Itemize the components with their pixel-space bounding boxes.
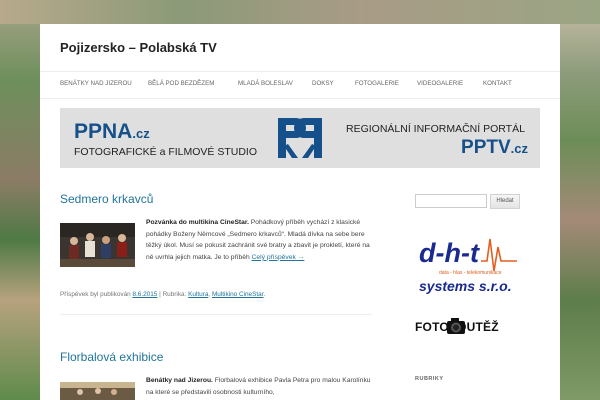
nav-item-bela[interactable]: BĚLÁ POD BEZDĚZEM: [148, 80, 214, 87]
post-title-florbal[interactable]: Florbalová exhibice: [60, 350, 163, 364]
meta-prefix: Příspěvek byl publikován: [60, 291, 133, 298]
background-aerial-left: [0, 0, 40, 400]
thumbnail-scene-image: [60, 223, 135, 267]
pptv-logo-icon: [278, 118, 322, 158]
nav-item-fotogalerie[interactable]: FOTOGALERIE: [355, 80, 399, 87]
page-container: Pojizersko – Polabská TV BENÁTKY NAD JIZ…: [40, 24, 560, 400]
nav-item-videogalerie[interactable]: VIDEOGALERIE: [417, 80, 463, 87]
meta-category-label: | Rubrika:: [157, 291, 189, 298]
camera-icon: [447, 318, 465, 334]
read-more-link[interactable]: Celý příspěvek →: [252, 254, 305, 261]
background-aerial-right: [560, 0, 600, 400]
nav-item-doksy[interactable]: DOKSY: [312, 80, 334, 87]
site-title[interactable]: Pojizersko – Polabská TV: [60, 40, 217, 55]
post-title-sedmero[interactable]: Sedmero krkavců: [60, 192, 153, 206]
post-meta-sedmero: Příspěvek byl publikován 8.6.2015 | Rubr…: [60, 291, 265, 298]
background-aerial-top: [0, 0, 600, 24]
post-lead: Benátky nad Jizerou.: [146, 377, 213, 384]
dht-logo-main-text: d-h-t: [419, 238, 480, 268]
thumbnail-scene-image: [60, 382, 135, 400]
main-navigation: BENÁTKY NAD JIZEROU BĚLÁ POD BEZDĚZEM ML…: [40, 71, 560, 99]
dht-systems-logo-icon[interactable]: d-h-t data - hlas - telekomunikace syste…: [415, 233, 520, 295]
post-separator: [60, 314, 372, 315]
post-excerpt-sedmero: Pozvánka do multikina CineStar. Pohádkov…: [146, 217, 374, 263]
header-banner[interactable]: PPNA.cz FOTOGRAFICKÉ a FILMOVÉ STUDIO RE…: [60, 108, 540, 168]
nav-item-mlada-boleslav[interactable]: MLADÁ BOLESLAV: [238, 80, 293, 87]
post-excerpt-florbal: Benátky nad Jizerou. Florbalová exhibice…: [146, 375, 374, 398]
search-input[interactable]: [415, 194, 487, 208]
nav-item-kontakt[interactable]: KONTAKT: [483, 80, 512, 87]
category-link-cinestar[interactable]: Multikino CineStar: [212, 291, 264, 298]
banner-studio-subtitle: FOTOGRAFICKÉ a FILMOVÉ STUDIO: [74, 146, 257, 158]
post-date-link[interactable]: 8.6.2015: [132, 291, 157, 298]
meta-end: .: [263, 291, 266, 298]
nav-item-benatky[interactable]: BENÁTKY NAD JIZEROU: [60, 80, 132, 87]
dht-logo-tagline: data - hlas - telekomunikace: [439, 270, 502, 276]
rubriky-heading: RUBRIKY: [415, 376, 444, 382]
category-link-kultura[interactable]: Kultura: [188, 291, 208, 298]
banner-ppna-brand: PPNA.cz: [74, 120, 150, 143]
post-thumbnail-florbal[interactable]: [60, 382, 135, 400]
banner-portal-title: REGIONÁLNÍ INFORMAČNÍ PORTÁL: [346, 123, 525, 135]
post-lead: Pozvánka do multikina CineStar.: [146, 219, 249, 226]
banner-pptv-brand: PPTV.cz: [461, 137, 528, 158]
dht-logo-company: systems s.r.o.: [419, 278, 512, 294]
post-thumbnail-sedmero[interactable]: [60, 223, 135, 267]
search-button[interactable]: Hledat: [490, 194, 520, 209]
